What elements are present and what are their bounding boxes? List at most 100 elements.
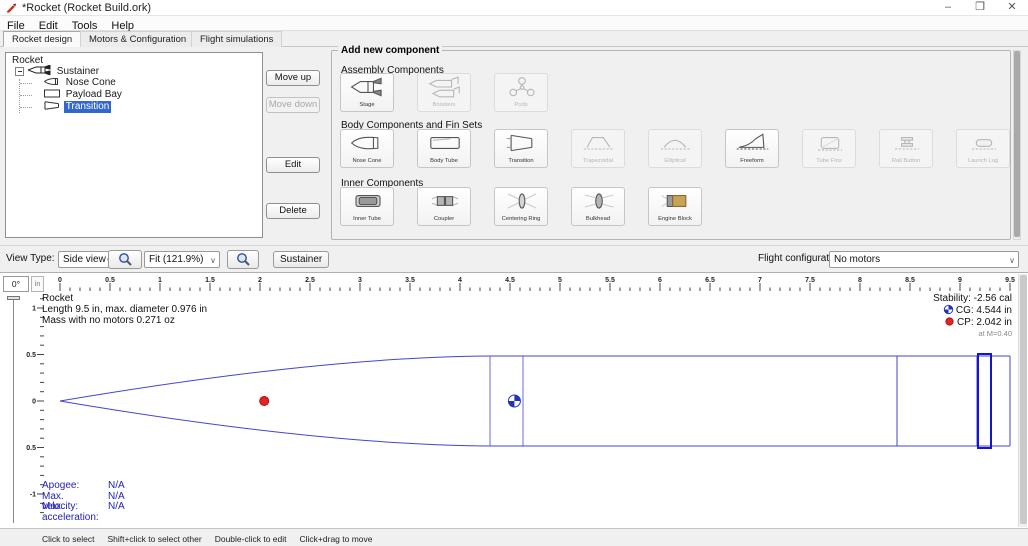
trapezoidal-icon [572, 131, 624, 155]
elliptical-icon [649, 131, 701, 155]
tree-item-payload-bay[interactable]: Payload Bay [6, 89, 262, 101]
horizontal-ruler: 00.511.522.533.544.555.566.577.588.599.5 [30, 275, 1018, 292]
tab-rocket-design[interactable]: Rocket design [3, 31, 81, 47]
stage-sustainer-button[interactable]: Sustainer [273, 251, 329, 268]
zoom-in-button[interactable] [108, 250, 142, 269]
component-tree[interactable]: Rocket Sustainer [5, 52, 263, 238]
centeringring-icon [495, 189, 547, 213]
stability-info: Stability: -2.56 cal CG: 4.544 in CP: 2.… [933, 293, 1012, 339]
component-panel-scrollbar[interactable] [1013, 50, 1021, 240]
app-rocket-icon [6, 3, 17, 14]
move-up-button[interactable]: Move up [266, 70, 320, 86]
innertube-icon [341, 189, 393, 213]
component-button-inner-tube[interactable]: Inner Tube [340, 187, 394, 226]
svg-text:6: 6 [658, 277, 662, 284]
minimize-button[interactable]: – [932, 0, 964, 16]
rotation-slider-handle[interactable] [7, 296, 20, 300]
tree-item-nose-cone[interactable]: Nose Cone [6, 77, 262, 89]
flight-configuration-select[interactable]: No motors [829, 251, 1019, 268]
zoom-level-select[interactable]: Fit (121.9%) [144, 251, 220, 268]
svg-text:5: 5 [558, 277, 562, 284]
add-new-component-panel: Add new component Assembly ComponentsSta… [331, 50, 1011, 240]
diagram-scrollbar[interactable] [1018, 274, 1027, 527]
stability-value: Stability: -2.56 cal [933, 293, 1012, 304]
collapse-icon[interactable] [15, 67, 24, 76]
component-button-trapezoidal: Trapezoidal [571, 129, 625, 168]
tree-item-rocket[interactable]: Rocket [6, 53, 262, 65]
selected-transition-component[interactable] [978, 354, 991, 448]
status-hint: Click+drag to move [300, 531, 373, 546]
component-button-coupler[interactable]: Coupler [417, 187, 471, 226]
tree-item-transition[interactable]: Transition [6, 101, 262, 113]
svg-text:2.5: 2.5 [305, 277, 315, 284]
tab-bar: Rocket design Motors & Configuration Fli… [0, 31, 1028, 47]
component-button-freeform[interactable]: Freeform [725, 129, 779, 168]
openrocket-window: *Rocket (Rocket Build.ork) – ❐ ✕ FileEdi… [0, 0, 1028, 546]
launchlug-icon [957, 131, 1009, 155]
rocket-info: Rocket Length 9.5 in, max. diameter 0.97… [42, 293, 207, 326]
svg-text:5.5: 5.5 [605, 277, 615, 284]
pods-icon [495, 75, 547, 99]
tab-motors-configuration[interactable]: Motors & Configuration [80, 31, 195, 47]
magnifier-icon [109, 251, 141, 268]
bodytube-icon [418, 131, 470, 155]
transition-icon [44, 101, 61, 110]
window-title: *Rocket (Rocket Build.ork) [22, 1, 151, 15]
component-button-elliptical: Elliptical [648, 129, 702, 168]
tab-flight-simulations[interactable]: Flight simulations [191, 31, 282, 47]
tubefins-icon [803, 131, 855, 155]
body-tube-icon [44, 89, 61, 98]
menu-bar: FileEditToolsHelp [0, 16, 1028, 31]
close-button[interactable]: ✕ [996, 0, 1028, 16]
component-button-transition[interactable]: Transition [494, 129, 548, 168]
apogee-label: Apogee: [42, 481, 79, 492]
delete-button[interactable]: Delete [266, 203, 320, 219]
cg-icon [943, 304, 954, 315]
cp-marker [260, 397, 269, 406]
rotation-angle-box: 0° [3, 276, 29, 292]
component-button-tube-fins: Tube Fins [802, 129, 856, 168]
magnifier-icon [228, 251, 258, 268]
maximize-button[interactable]: ❐ [964, 0, 996, 16]
payload-bay-tube [490, 356, 1010, 446]
rocket-diagram[interactable]: 0° in 00.511.522.533.544.555.566.577.588… [0, 272, 1028, 528]
component-button-rail-button: Rail Button [879, 129, 933, 168]
rotation-slider-track[interactable] [13, 299, 14, 523]
railbutton-icon [880, 131, 932, 155]
bulkhead-icon [572, 189, 624, 213]
tree-item-sustainer[interactable]: Sustainer [6, 65, 262, 77]
design-upper-area: Rocket Sustainer [0, 47, 1028, 245]
stage-icon [28, 65, 52, 75]
svg-text:0.5: 0.5 [105, 277, 115, 284]
zoom-out-button[interactable] [227, 250, 259, 269]
component-button-bulkhead[interactable]: Bulkhead [571, 187, 625, 226]
component-button-centering-ring[interactable]: Centering Ring [494, 187, 548, 226]
svg-text:8.5: 8.5 [905, 277, 915, 284]
mach-condition: at M=0.40 [933, 328, 1012, 339]
nose-cone-icon [44, 77, 61, 86]
transition-fore-shoulder [897, 356, 977, 446]
svg-text:6.5: 6.5 [705, 277, 715, 284]
svg-text:8: 8 [858, 277, 862, 284]
svg-text:9: 9 [958, 277, 962, 284]
component-button-body-tube[interactable]: Body Tube [417, 129, 471, 168]
edit-button[interactable]: Edit [266, 157, 320, 173]
cg-marker [508, 395, 520, 407]
component-button-engine-block[interactable]: Engine Block [648, 187, 702, 226]
svg-text:1.5: 1.5 [205, 277, 215, 284]
svg-text:4.5: 4.5 [505, 277, 515, 284]
component-button-launch-lug: Launch Lug [956, 129, 1010, 168]
apogee-value: N/A [108, 481, 125, 492]
status-hint: Shift+click to select other [107, 531, 201, 546]
stage-icon [341, 75, 393, 99]
status-hint: Double-click to edit [215, 531, 287, 546]
view-toolbar: View Type: Side view Fit (121.9%) Sustai… [0, 245, 1028, 272]
svg-text:4: 4 [458, 277, 462, 284]
rocket-length: Length 9.5 in, max. diameter 0.976 in [42, 304, 207, 315]
component-button-nose-cone[interactable]: Nose Cone [340, 129, 394, 168]
component-button-stage[interactable]: Stage [340, 73, 394, 112]
selected-tree-item: Transition [64, 101, 112, 113]
nosecone-icon [341, 131, 393, 155]
svg-text:7.5: 7.5 [805, 277, 815, 284]
rocket-side-view[interactable] [30, 291, 1018, 528]
